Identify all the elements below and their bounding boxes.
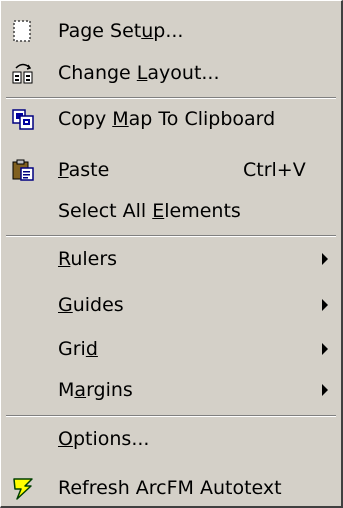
menu-separator [6, 235, 336, 237]
menu-item-paste[interactable]: Paste Ctrl+V [3, 152, 339, 188]
menu-item-refresh-arcfm-autotext[interactable]: Refresh ArcFM Autotext [3, 470, 339, 506]
menu-item-page-setup[interactable]: Page Setup... [3, 13, 339, 49]
menu-item-label: Copy Map To Clipboard [58, 108, 276, 130]
menu-separator [6, 97, 336, 99]
menu-item-label: Page Setup... [58, 20, 184, 42]
menu-item-copy-map[interactable]: Copy Map To Clipboard [3, 101, 339, 137]
menu-item-label: Paste [58, 159, 110, 181]
menu-item-label: Margins [58, 379, 133, 401]
menu-item-change-layout[interactable]: Change Layout... [3, 55, 339, 91]
menu-item-margins[interactable]: Margins [3, 372, 339, 408]
paste-icon [12, 159, 34, 181]
context-menu: Page Setup... Change Layout... Copy Map … [0, 0, 343, 508]
menu-item-label: Change Layout... [58, 62, 220, 84]
menu-item-label: Options... [58, 428, 150, 450]
menu-item-label: Grid [58, 338, 98, 360]
lightning-icon [13, 478, 33, 500]
shortcut-label: Ctrl+V [243, 159, 306, 181]
submenu-arrow-icon [322, 299, 328, 311]
menu-item-label: Rulers [58, 248, 118, 270]
copy-map-icon [12, 109, 34, 130]
menu-separator [6, 415, 336, 417]
menu-item-options[interactable]: Options... [3, 421, 339, 457]
menu-item-label: Guides [58, 294, 124, 316]
menu-item-grid[interactable]: Grid [3, 331, 339, 367]
menu-item-guides[interactable]: Guides [3, 287, 339, 323]
menu-item-select-all-elements[interactable]: Select All Elements [3, 193, 339, 229]
submenu-arrow-icon [322, 343, 328, 355]
menu-item-label: Refresh ArcFM Autotext [58, 477, 282, 499]
page-setup-icon [13, 20, 31, 42]
submenu-arrow-icon [322, 384, 328, 396]
change-layout-icon [12, 63, 33, 84]
menu-item-label: Select All Elements [58, 200, 241, 222]
submenu-arrow-icon [322, 253, 328, 265]
menu-item-rulers[interactable]: Rulers [3, 241, 339, 277]
